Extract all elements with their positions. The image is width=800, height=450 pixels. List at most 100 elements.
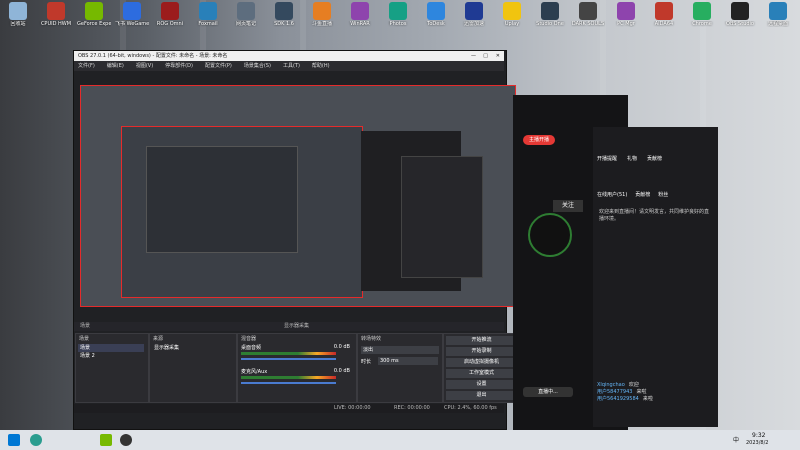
obs-taskbar-icon[interactable] <box>100 434 112 446</box>
desktop-icon-label: 远程桌面 <box>767 21 788 27</box>
desktop-icon[interactable]: ToDesk <box>419 2 453 27</box>
volume-slider[interactable] <box>241 358 336 360</box>
app-icon <box>313 2 331 20</box>
chat-user[interactable]: 用户5641929584 <box>597 396 639 402</box>
desktop-icon-label: 斗鱼直播 <box>311 21 332 27</box>
app-icon <box>275 2 293 20</box>
duration-input[interactable]: 300 ms <box>378 357 438 365</box>
desktop-icon[interactable]: CPUID HWM <box>39 2 73 27</box>
menu-item[interactable]: 文件(F) <box>78 63 95 69</box>
menu-item[interactable]: 编辑(E) <box>107 63 124 69</box>
desktop-icon-label: WinRAR <box>350 21 370 27</box>
desktop-icon-label: OBS Studio <box>726 21 754 27</box>
desktop-icon[interactable]: GeForce Experience <box>77 2 111 27</box>
live-tab[interactable]: 开播提醒 <box>597 156 617 162</box>
control-button[interactable]: 设置 <box>446 380 517 389</box>
preview-canvas[interactable] <box>80 85 516 307</box>
live-tab[interactable]: 贡献榜 <box>647 156 662 162</box>
desktop-icon[interactable]: 飞书 WeGame <box>115 2 149 27</box>
app-icon <box>199 2 217 20</box>
app-icon <box>85 2 103 20</box>
desktop-icon-label: PC Mgr <box>617 21 635 27</box>
app-icon <box>351 2 369 20</box>
desktop-icon[interactable]: Photos <box>381 2 415 27</box>
mixer-dock-title: 混音器 <box>241 336 257 342</box>
control-button[interactable]: 退出 <box>446 391 517 400</box>
chat-user[interactable]: Xlqingchao <box>597 382 625 388</box>
control-button[interactable]: 启动虚拟摄像机 <box>446 358 517 367</box>
desktop-icon[interactable]: AIDA64 <box>647 2 681 27</box>
menu-item[interactable]: 帮助(H) <box>312 63 330 69</box>
obs-title-bar: OBS 27.0.1 (64-bit, windows) - 配置文件: 未命名… <box>74 51 504 61</box>
desktop-icon[interactable]: 回收站 <box>1 2 35 27</box>
app-icon <box>617 2 635 20</box>
desktop-icon-label: 飞书 WeGame <box>115 21 149 27</box>
desktop-icon-label: ROG Omni <box>156 21 184 27</box>
desktop-icon[interactable]: 迅雷加速 <box>457 2 491 27</box>
follow-button[interactable]: 关注 <box>553 200 583 212</box>
app-icon <box>427 2 445 20</box>
desktop-icon-label: 回收站 <box>10 21 26 27</box>
scenes-title: 场景 <box>80 323 91 329</box>
chat-text: 来啦 <box>636 389 647 395</box>
desktop-icon[interactable]: Uplay <box>495 2 529 27</box>
live-sub-tab[interactable]: 粉丝 <box>658 192 668 198</box>
app-icon <box>237 2 255 20</box>
desktop-icon[interactable]: PC Mgr <box>609 2 643 27</box>
desktop-icon[interactable]: 斗鱼直播 <box>305 2 339 27</box>
menu-item[interactable]: 停靠部件(D) <box>165 63 193 69</box>
desktop-icon[interactable]: Foxmail <box>191 2 225 27</box>
volume-slider[interactable] <box>241 382 336 384</box>
app-icon <box>579 2 597 20</box>
live-tab[interactable]: 礼物 <box>627 156 637 162</box>
desktop-icon-label: 网页笔记 <box>235 21 256 27</box>
control-button[interactable]: 开始推流 <box>446 336 517 345</box>
chat-user[interactable]: 用户58477943 <box>597 389 632 395</box>
menu-item[interactable]: 视图(V) <box>136 63 153 69</box>
controls-dock: 开始推流开始录制启动虚拟摄像机 工作室模式设置退出 <box>443 333 520 403</box>
mixer-channel-db: 0.0 dB <box>333 344 350 350</box>
transitions-dock-title: 转场特效 <box>361 336 382 342</box>
live-start-button[interactable]: 主播开播 <box>523 135 555 145</box>
menu-item[interactable]: 配置文件(P) <box>205 63 232 69</box>
live-sub-tab[interactable]: 在线用户(51) <box>597 192 627 198</box>
sources-dock: 来源 显示器采集 <box>149 333 237 403</box>
transition-select[interactable]: 淡出 <box>361 346 439 354</box>
maximize-icon[interactable]: □ <box>483 51 488 61</box>
nested-preview-inner <box>146 146 298 253</box>
desktop-icon-label: ToDesk <box>427 21 445 27</box>
scene-item[interactable]: 场景 <box>78 344 144 352</box>
scenes-dock-title: 场景 <box>79 336 90 342</box>
edge-icon[interactable] <box>30 434 42 446</box>
desktop-icon[interactable]: WinRAR <box>343 2 377 27</box>
desktop-icon[interactable]: DARK SOULS <box>571 2 605 27</box>
clock-date[interactable]: 2023/8/2 <box>746 440 768 446</box>
preview-toolbar: 场景 显示器采集 <box>74 322 504 331</box>
menu-item[interactable]: 场景集合(S) <box>244 63 271 69</box>
clock-time[interactable]: 9:32 <box>752 432 765 439</box>
scenes-dock: 场景 场景 场景 2 <box>75 333 149 403</box>
control-button[interactable]: 工作室模式 <box>446 369 517 378</box>
window-title: OBS 27.0.1 (64-bit, windows) - 配置文件: 未命名… <box>78 53 228 59</box>
ime-indicator[interactable]: 中 <box>733 435 739 444</box>
desktop-icon[interactable]: 网页笔记 <box>229 2 263 27</box>
live-status-button[interactable]: 直播中... <box>523 387 573 397</box>
desktop-icon[interactable]: Chrome <box>685 2 719 27</box>
desktop-icon[interactable]: OBS Studio <box>723 2 757 27</box>
desktop-icon[interactable]: SDK 1.6 <box>267 2 301 27</box>
obs-status-bar: LIVE: 00:00:00 REC: 00:00:00 CPU: 2.4%, … <box>74 404 504 413</box>
chat-text: 欢迎 <box>628 382 639 388</box>
scene-item[interactable]: 场景 2 <box>78 352 144 360</box>
menu-item[interactable]: 工具(T) <box>283 63 300 69</box>
desktop-icon-label: Foxmail <box>198 21 218 27</box>
source-item[interactable]: 显示器采集 <box>152 344 232 352</box>
minimize-icon[interactable]: — <box>471 51 476 61</box>
desktop-icon[interactable]: Studio One <box>533 2 567 27</box>
live-sub-tab[interactable]: 贡献榜 <box>635 192 650 198</box>
desktop-icon[interactable]: ROG Omni <box>153 2 187 27</box>
desktop-icon[interactable]: 远程桌面 <box>761 2 795 27</box>
windows-start-icon[interactable] <box>8 434 20 446</box>
control-button[interactable]: 开始录制 <box>446 347 517 356</box>
live-app-taskbar-icon[interactable] <box>120 434 132 446</box>
close-icon[interactable]: ✕ <box>496 51 500 61</box>
